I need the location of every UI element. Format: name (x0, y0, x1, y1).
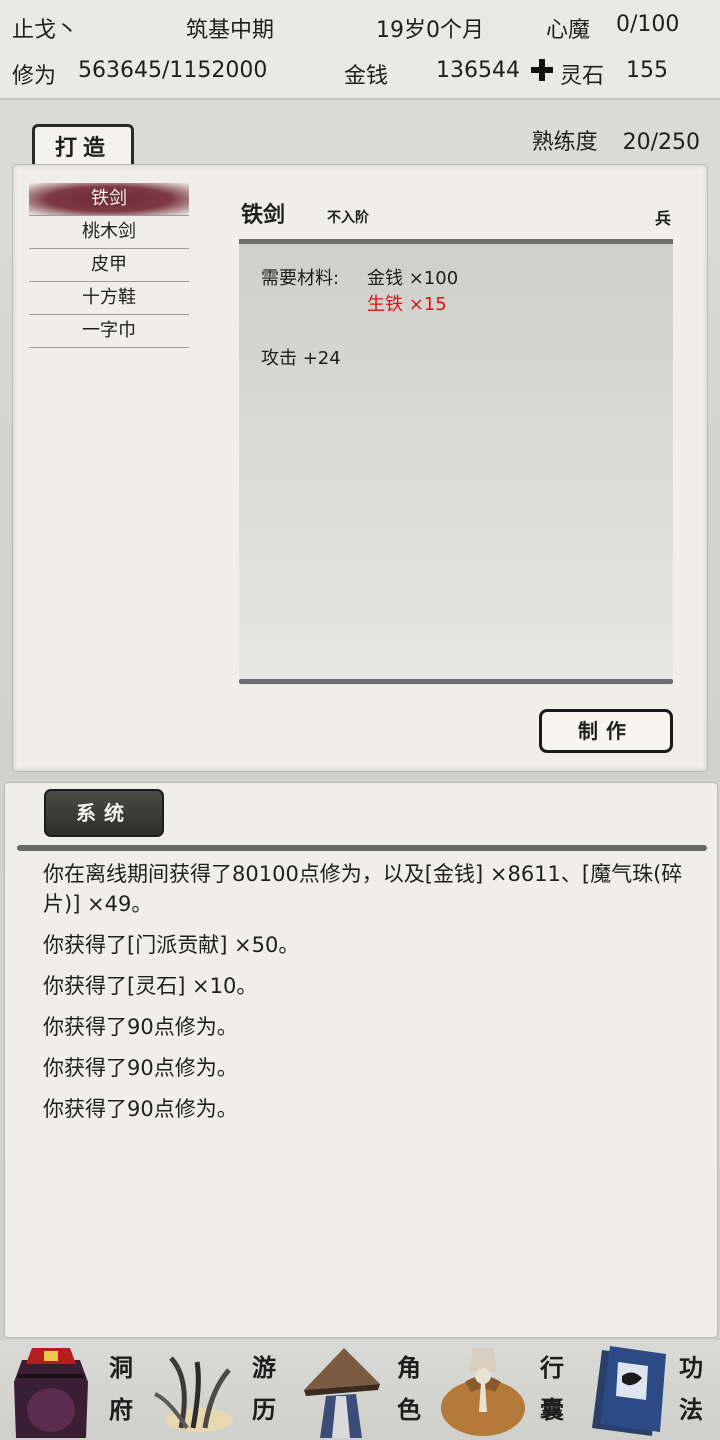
detail-item-grade: 不入阶 (327, 210, 369, 226)
proficiency-label: 熟练度 (531, 130, 598, 155)
grass-icon (154, 1356, 233, 1432)
craft-item-headband[interactable]: 一字巾 (29, 315, 189, 348)
material-iron: 生铁 ×15 (367, 294, 447, 315)
nav-role-label-2: 色 (397, 1395, 421, 1424)
nav-skill-label-1: 功 (679, 1353, 703, 1382)
log-line: 你获得了90点修为。 (43, 1097, 238, 1121)
craft-item-peach-sword[interactable]: 桃木剑 (29, 216, 189, 249)
nav-skill[interactable]: 功 法 (580, 1340, 720, 1440)
make-button[interactable]: 制作 (539, 709, 673, 753)
money-value: 136544 (436, 58, 520, 83)
cross-icon (530, 58, 554, 88)
status-header: 止戈丶 筑基中期 19岁0个月 心魔 0/100 修为 563645/11520… (0, 0, 720, 100)
realm-text: 筑基中期 (186, 18, 275, 43)
material-money: 金钱 ×100 (367, 268, 459, 289)
craft-item-list: 铁剑 桃木剑 皮甲 十方鞋 一字巾 (29, 183, 189, 348)
detail-divider (239, 679, 673, 684)
proficiency: 熟练度 20/250 (532, 124, 700, 156)
bag-icon (441, 1348, 525, 1436)
tab-system[interactable]: 系统 (44, 789, 164, 837)
log-line: 你在离线期间获得了80100点修为，以及[金钱] ×8611、[魔气珠(碎片)]… (43, 862, 683, 916)
proficiency-value: 20/250 (622, 130, 700, 155)
craft-item-iron-sword[interactable]: 铁剑 (29, 183, 189, 216)
log-line: 你获得了90点修为。 (43, 1015, 238, 1039)
log-panel: 系统 你在离线期间获得了80100点修为，以及[金钱] ×8611、[魔气珠(碎… (4, 782, 718, 1338)
status-row-1: 止戈丶 筑基中期 19岁0个月 心魔 0/100 (0, 6, 720, 50)
nav-role[interactable]: 角 色 (290, 1340, 435, 1440)
item-stat: 攻击 +24 (261, 348, 341, 369)
tab-craft[interactable]: 打造 (32, 124, 134, 168)
craft-item-ten-shoes[interactable]: 十方鞋 (29, 282, 189, 315)
log-line: 你获得了[灵石] ×10。 (43, 974, 258, 998)
demon-value: 0/100 (616, 12, 680, 37)
money-label: 金钱 (344, 64, 389, 89)
log-divider (17, 845, 707, 851)
log-line: 你获得了[门派贡献] ×50。 (43, 933, 300, 957)
detail-item-name: 铁剑 (241, 202, 286, 228)
status-row-2: 修为 563645/1152000 金钱 136544 灵石 155 (0, 52, 720, 96)
craft-item-leather-armor[interactable]: 皮甲 (29, 249, 189, 282)
log-list: 你在离线期间获得了80100点修为，以及[金钱] ×8611、[魔气珠(碎片)]… (43, 859, 693, 1135)
age-text: 19岁0个月 (376, 18, 484, 43)
cave-seal-icon (14, 1348, 88, 1438)
detail-item-type: 兵 (654, 209, 671, 228)
nav-cave[interactable]: 洞 府 (0, 1340, 145, 1440)
nav-skill-label-2: 法 (679, 1395, 703, 1424)
nav-travel[interactable]: 游 历 (145, 1340, 290, 1440)
materials-label: 需要材料: (261, 268, 340, 289)
player-name: 止戈丶 (12, 18, 79, 43)
cultivation-value: 563645/1152000 (78, 58, 268, 83)
nav-travel-label-1: 游 (252, 1353, 276, 1382)
bottom-nav: 洞 府 游 历 角 色 行 囊 功 法 (0, 1340, 720, 1440)
nav-bag-label-1: 行 (540, 1353, 564, 1382)
stone-value: 155 (626, 58, 668, 83)
nav-bag[interactable]: 行 囊 (435, 1340, 580, 1440)
detail-box: 需要材料: 金钱 ×100 生铁 ×15 攻击 +24 (239, 239, 673, 685)
stone-label: 灵石 (560, 64, 605, 89)
log-line: 你获得了90点修为。 (43, 1056, 238, 1080)
craft-panel: 铁剑 桃木剑 皮甲 十方鞋 一字巾 铁剑 不入阶 兵 需要材料: 金钱 ×100… (12, 164, 708, 772)
cultivation-label: 修为 (12, 64, 57, 89)
nav-bag-label-2: 囊 (540, 1395, 564, 1424)
nav-cave-label-2: 府 (109, 1395, 133, 1424)
nav-role-label-1: 角 (397, 1353, 421, 1382)
nav-cave-label-1: 洞 (109, 1353, 133, 1382)
demon-label: 心魔 (546, 18, 591, 43)
straw-hat-icon (304, 1348, 380, 1438)
nav-travel-label-2: 历 (252, 1395, 276, 1424)
book-icon (592, 1346, 666, 1436)
